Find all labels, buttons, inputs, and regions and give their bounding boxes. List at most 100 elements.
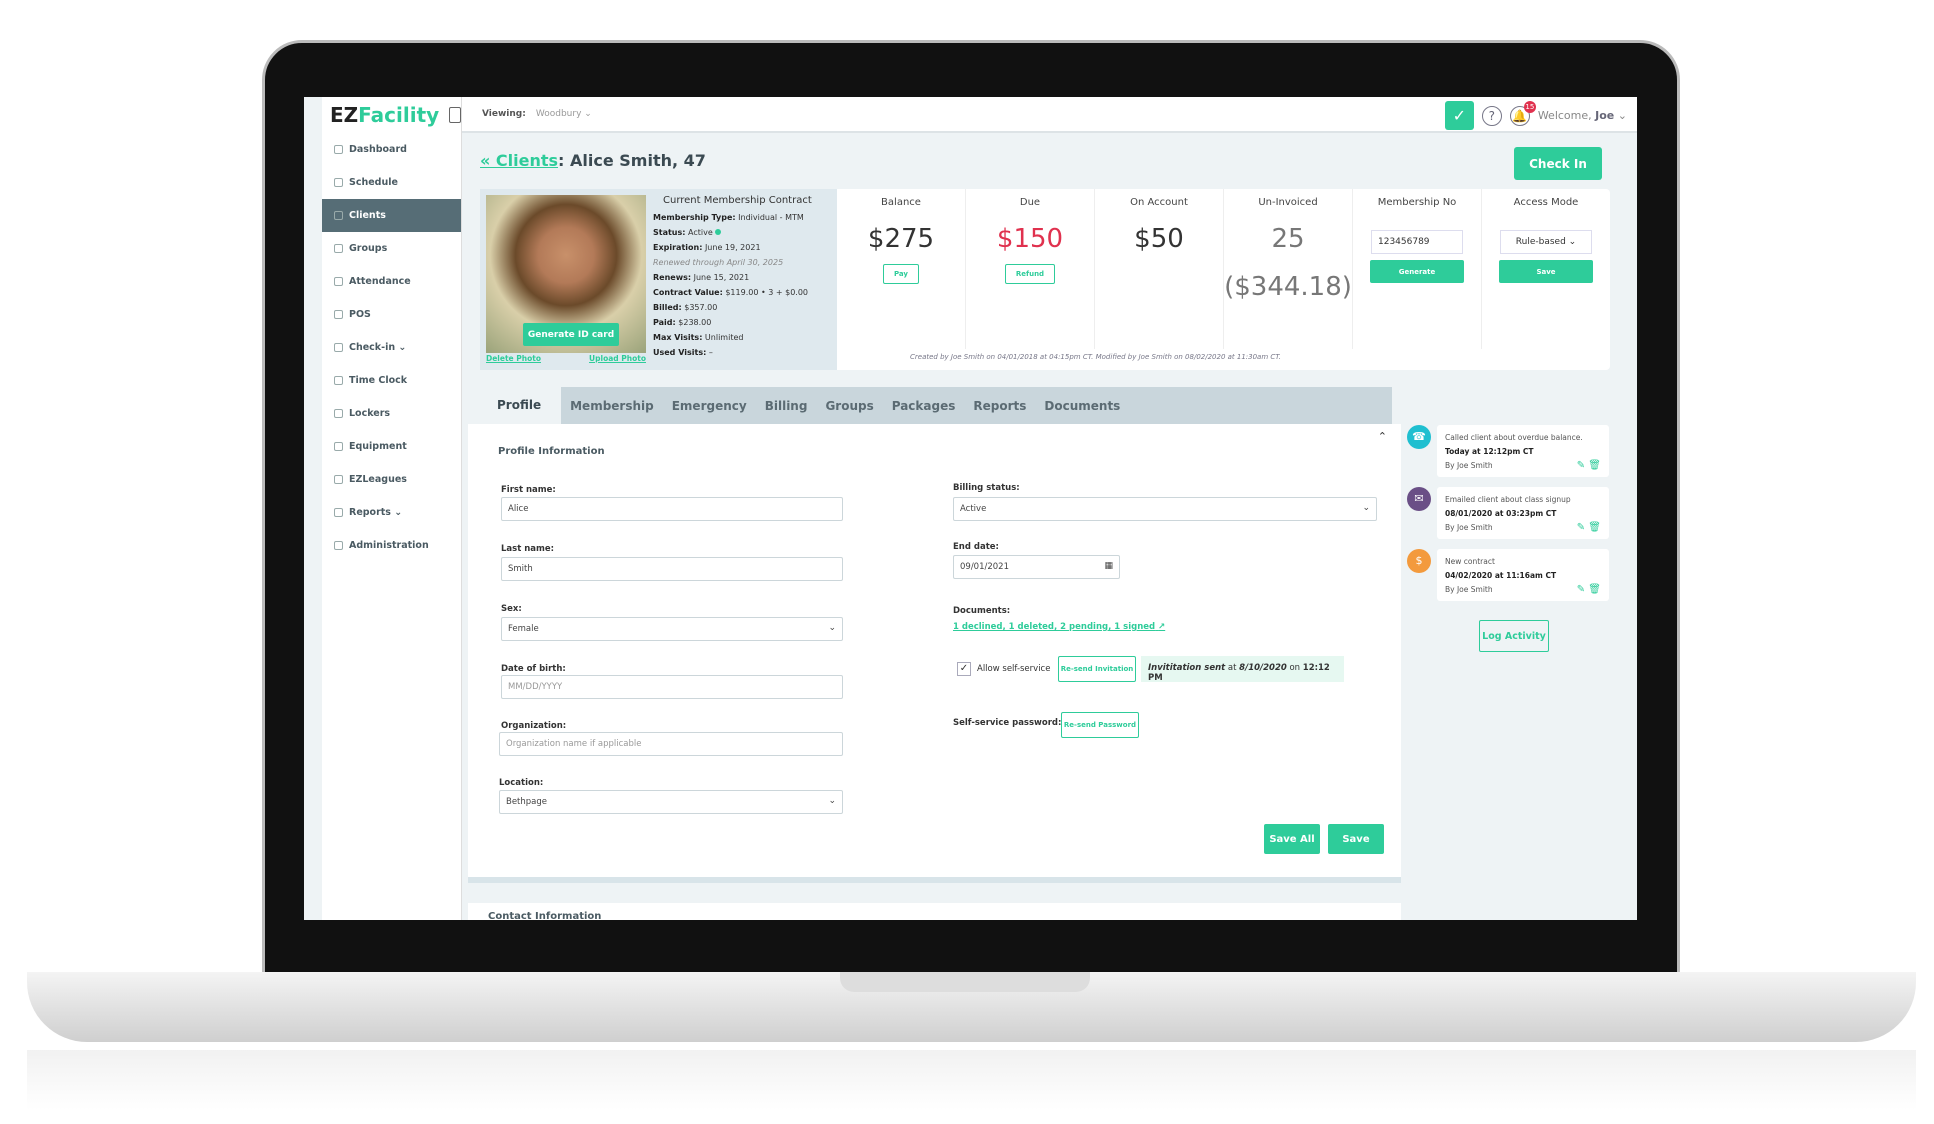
sidebar-item-attendance[interactable]: Attendance (322, 265, 461, 298)
balance-stat: Balance $275 Pay (837, 189, 966, 349)
trash-icon[interactable]: 🗑 (1588, 584, 1601, 595)
tab-profile[interactable]: Profile (477, 387, 562, 424)
invitation-status: Invititation sent at 8/10/2020 on 12:12 … (1141, 656, 1344, 683)
trash-icon[interactable]: 🗑 (1588, 522, 1601, 533)
end-date-input[interactable]: 09/01/2021 ▦ (953, 555, 1120, 579)
last-name-label: Last name: (501, 544, 555, 554)
activity-list: ☎ Called client about overdue balance. Tod… (1407, 425, 1609, 611)
edit-icon[interactable]: ✎ (1577, 584, 1585, 595)
access-save-button[interactable]: Save (1499, 260, 1593, 283)
resend-password-button[interactable]: Re-send Password (1061, 712, 1139, 738)
sidebar-item-label: Clients (349, 210, 386, 221)
first-name-label: First name: (501, 485, 556, 495)
sidebar-item-time-clock[interactable]: Time Clock (322, 364, 461, 397)
activity-item: ☎ Called client about overdue balance. Tod… (1407, 425, 1609, 477)
tab-groups[interactable]: Groups (816, 399, 882, 413)
topbar: Viewing: Woodbury ⌄ ✓ ? 🔔 15 Welcome, Joe… (462, 97, 1637, 133)
clock-icon (334, 376, 343, 385)
profile-form: Profile Information ⌃ First name: Alice … (468, 424, 1401, 883)
organization-input[interactable]: Organization name if applicable (499, 732, 843, 756)
sidebar-item-administration[interactable]: Administration (322, 529, 461, 562)
sidebar-item-lockers[interactable]: Lockers (322, 397, 461, 430)
audit-text: Created by Joe Smith on 04/01/2018 at 04… (910, 353, 1281, 361)
sidebar-item-label: Groups (349, 243, 388, 254)
refund-button[interactable]: Refund (1004, 264, 1056, 284)
collapse-icon[interactable]: ⌃ (1378, 430, 1387, 443)
sidebar-item-reports[interactable]: Reports ⌄ (322, 496, 461, 529)
location-select[interactable]: Bethpage ⌄ (499, 790, 843, 814)
allow-self-service-label: Allow self-service (977, 664, 1051, 674)
external-link-icon: ↗ (1158, 622, 1166, 632)
sidebar-item-label: Time Clock (349, 375, 408, 386)
generate-button[interactable]: Generate (1370, 260, 1464, 283)
access-mode-select[interactable]: Rule-based ⌄ (1500, 230, 1592, 254)
checkin-status-icon[interactable]: ✓ (1444, 101, 1474, 130)
sidebar-item-schedule[interactable]: Schedule (322, 166, 461, 199)
sidebar-item-check-in[interactable]: Check-in ⌄ (322, 331, 461, 364)
sidebar-toggle-icon[interactable] (449, 107, 461, 123)
sex-select[interactable]: Female ⌄ (501, 617, 843, 641)
allow-self-service-checkbox[interactable]: ✓ (957, 662, 971, 676)
dob-input[interactable]: MM/DD/YYYY (501, 675, 843, 699)
sidebar-item-pos[interactable]: POS (322, 298, 461, 331)
documents-label: Documents: (953, 606, 1011, 616)
end-date-label: End date: (953, 542, 999, 552)
sidebar-item-label: EZLeagues (349, 474, 407, 485)
membership-no-stat: Membership No 123456789 Generate (1353, 189, 1482, 349)
resend-invitation-button[interactable]: Re-send Invitation (1058, 656, 1136, 682)
calendar-icon[interactable]: ▦ (1104, 561, 1113, 571)
bell-icon[interactable]: 🔔 15 (1509, 100, 1536, 126)
sidebar-item-ezleagues[interactable]: EZLeagues (322, 463, 461, 496)
contract-row: Billed: $357.00 (653, 303, 718, 312)
edit-icon[interactable]: ✎ (1577, 460, 1585, 471)
log-activity-button[interactable]: Log Activity (1479, 620, 1549, 652)
location-dropdown[interactable]: Woodbury ⌄ (536, 109, 592, 119)
save-all-button[interactable]: Save All (1264, 824, 1320, 854)
last-name-input[interactable]: Smith (501, 557, 843, 581)
client-photo: Generate ID card (486, 195, 646, 353)
edit-icon[interactable]: ✎ (1577, 522, 1585, 533)
sidebar-item-dashboard[interactable]: Dashboard (322, 133, 461, 166)
save-button[interactable]: Save (1328, 824, 1384, 854)
sidebar-item-equipment[interactable]: Equipment (322, 430, 461, 463)
sidebar-item-clients[interactable]: Clients (322, 199, 461, 232)
tab-documents[interactable]: Documents (1035, 399, 1129, 413)
tab-membership[interactable]: Membership (561, 399, 663, 413)
sidebar-item-label: Administration (349, 540, 429, 551)
mail-icon: ✉ (1407, 487, 1431, 511)
tag-icon (334, 442, 343, 451)
sidebar-item-label: Dashboard (349, 144, 407, 155)
laptop-notch (840, 972, 1090, 992)
uninvoiced-stat: Un-Invoiced 25 ($344.18) (1224, 189, 1353, 349)
contact-section-header[interactable]: Contact Information (468, 903, 1401, 920)
membership-no-input[interactable]: 123456789 (1371, 230, 1463, 254)
generate-id-button[interactable]: Generate ID card (523, 323, 619, 346)
check-in-button[interactable]: Check In (1514, 147, 1602, 180)
clients-back-link[interactable]: « Clients (480, 151, 558, 170)
sidebar-item-label: Attendance (349, 276, 411, 287)
grid-icon (334, 145, 343, 154)
sidebar-item-groups[interactable]: Groups (322, 232, 461, 265)
chevron-down-icon: ⌄ (1362, 503, 1370, 513)
notification-badge: 15 (1523, 100, 1536, 113)
tab-reports[interactable]: Reports (964, 399, 1035, 413)
documents-link[interactable]: 1 declined, 1 deleted, 2 pending, 1 sign… (953, 622, 1165, 632)
tab-billing[interactable]: Billing (756, 399, 817, 413)
location-label: Location: (499, 778, 544, 788)
page-title: « Clients: Alice Smith, 47 (480, 151, 706, 170)
pay-button[interactable]: Pay (882, 264, 919, 284)
tab-emergency[interactable]: Emergency (663, 399, 756, 413)
tabs: Profile Membership Emergency Billing Groups P… (477, 387, 1392, 424)
delete-photo-link[interactable]: Delete Photo (486, 354, 541, 363)
trash-icon[interactable]: 🗑 (1588, 460, 1601, 471)
chevron-down-icon: ⌄ (828, 623, 836, 633)
help-icon[interactable]: ? (1481, 105, 1502, 126)
client-summary: Generate ID card Delete Photo Upload Phot… (480, 189, 1610, 370)
app-screen: EZ Facility Dashboard Schedule Clients Group… (304, 97, 1637, 920)
tab-packages[interactable]: Packages (883, 399, 965, 413)
contract-title: Current Membership Contract (663, 195, 812, 206)
upload-photo-link[interactable]: Upload Photo (589, 354, 646, 363)
first-name-input[interactable]: Alice (501, 497, 843, 521)
billing-status-select[interactable]: Active ⌄ (953, 497, 1377, 521)
user-menu[interactable]: Welcome, Joe ⌄ (1538, 109, 1627, 122)
